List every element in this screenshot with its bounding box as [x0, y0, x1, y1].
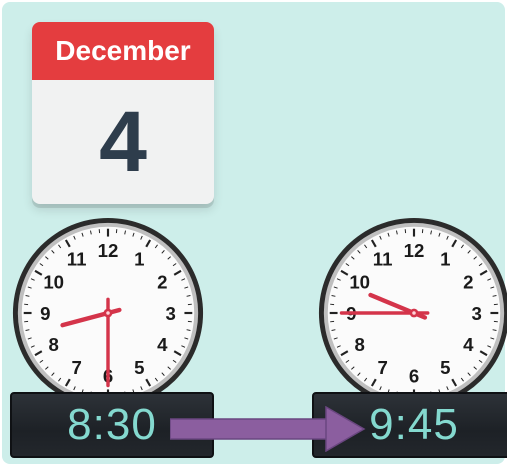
dial-number: 5: [440, 357, 450, 378]
dial-number: 1: [134, 249, 144, 270]
dial-number: 4: [157, 334, 168, 355]
dial-number: 8: [49, 334, 59, 355]
analog-clock-end: 121234567891011: [316, 215, 507, 411]
dial-number: 7: [71, 357, 81, 378]
dial-number: 11: [373, 249, 393, 270]
dial-number: 10: [43, 272, 64, 293]
center-pin-cap: [412, 311, 416, 315]
dial-number: 8: [355, 334, 365, 355]
clock-face-end: 121234567891011: [318, 217, 507, 409]
dial-number: 2: [463, 272, 473, 293]
dial-number: 3: [472, 303, 482, 324]
dial-number: 1: [440, 249, 450, 270]
calendar-month: December: [32, 22, 214, 80]
dial-number: 4: [463, 334, 474, 355]
center-pin-cap: [106, 311, 110, 315]
dial-number: 5: [134, 357, 144, 378]
analog-clock-start: 121234567891011: [10, 215, 206, 411]
dial-number: 3: [166, 303, 176, 324]
calendar-day: 4: [99, 93, 147, 190]
dial-number: 6: [409, 366, 419, 387]
calendar-card: December 4: [32, 22, 214, 204]
dial-number: 12: [98, 240, 119, 261]
dial-number: 10: [349, 272, 370, 293]
dial-number: 9: [40, 303, 50, 324]
dial-number: 12: [404, 240, 425, 261]
clock-face-start: 121234567891011: [12, 217, 204, 409]
dial-number: 2: [157, 272, 167, 293]
dial-number: 11: [67, 249, 87, 270]
arrow-right-icon: [170, 406, 370, 452]
dial-number: 7: [377, 357, 387, 378]
